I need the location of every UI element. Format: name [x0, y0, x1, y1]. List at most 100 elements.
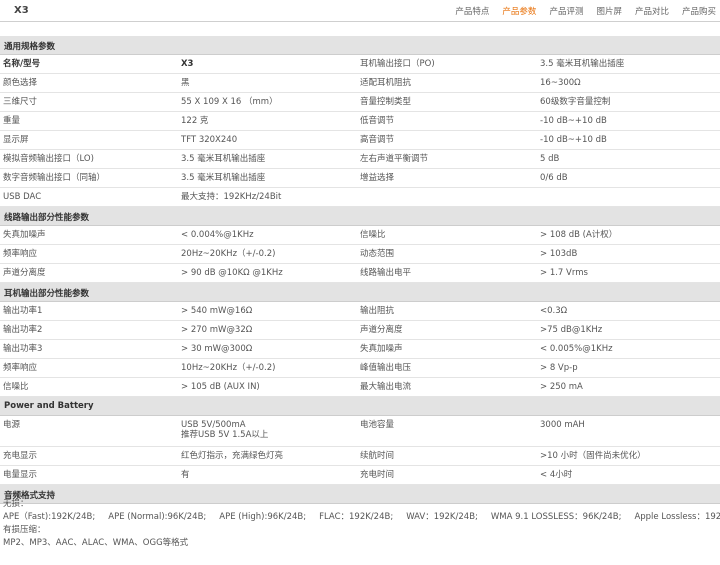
spec-value: > 103dB [540, 249, 578, 259]
table-row: 三维尺寸 55 X 109 X 16 （mm） 音量控制类型 60级数字音量控制 [0, 93, 720, 112]
spec-value: X3 [181, 59, 194, 69]
spec-label: 数字音频输出接口（同轴） [3, 173, 106, 183]
format-list: 无损： APE（Fast):192K/24B; APE (Normal):96K/… [0, 498, 720, 550]
spec-value: 60级数字音量控制 [540, 97, 611, 107]
product-name: X3 [14, 5, 29, 16]
spec-value: > 108 dB (A计权） [540, 230, 618, 240]
spec-value: <0.3Ω [540, 306, 568, 316]
spec-value: 3.5 毫米耳机输出插座 [181, 154, 266, 164]
spec-label: 输出功率1 [3, 306, 43, 316]
lossy-formats: MP2、MP3、AAC、ALAC、WMA、OGG等格式 [3, 538, 189, 548]
lossy-label: 有损压缩： [3, 525, 46, 535]
spec-value: 10Hz~20KHz（+/-0.2) [181, 363, 276, 373]
spec-label: 动态范围 [360, 249, 395, 259]
spec-label: USB DAC [3, 192, 42, 202]
spec-value: > 250 mA [540, 382, 583, 392]
spec-label: 信噪比 [3, 382, 29, 392]
tab-6[interactable]: 产品购买 [682, 5, 716, 17]
spec-value: 红色灯指示，充满绿色灯亮 [181, 451, 284, 461]
spec-label: 增益选择 [360, 173, 395, 183]
spec-value: 16~300Ω [540, 78, 581, 88]
format-item: WMA 9.1 LOSSLESS：96K/24B; [490, 512, 622, 522]
spec-value: < 4小时 [540, 470, 573, 480]
spec-label: 三维尺寸 [3, 97, 38, 107]
section-title: 通用规格参数 [4, 42, 56, 52]
spec-label: 续航时间 [360, 451, 395, 461]
table-row: 声道分离度 > 90 dB @10KΩ @1KHz 线路输出电平 > 1.7 Vrms [0, 264, 720, 283]
spec-label: 峰值输出电压 [360, 363, 412, 373]
power-note: 推荐USB 5V 1.5A以上 [181, 430, 269, 440]
spec-label: 高音调节 [360, 135, 395, 145]
spec-value: > 270 mW@32Ω [181, 325, 253, 335]
spec-label: 适配耳机阻抗 [360, 78, 412, 88]
spec-value: -10 dB~+10 dB [540, 116, 607, 126]
spec-label: 失真加噪声 [3, 230, 46, 240]
spec-label: 失真加噪声 [360, 344, 403, 354]
table-row: 频率响应 10Hz~20KHz（+/-0.2) 峰值输出电压 > 8 Vp-p [0, 359, 720, 378]
tab-3[interactable]: 产品评测 [549, 5, 583, 17]
lossless-label: 无损： [3, 499, 29, 509]
spec-label: 充电显示 [3, 451, 38, 461]
format-item: WAV：192K/24B; [406, 512, 478, 522]
table-row: 输出功率2 > 270 mW@32Ω 声道分离度 >75 dB@1KHz [0, 321, 720, 340]
tab-2[interactable]: 产品参数 [502, 5, 536, 17]
table-row: 充电显示 红色灯指示，充满绿色灯亮 续航时间 >10 小时（固件尚未优化） [0, 447, 720, 466]
section-header-headphone_out: 耳机输出部分性能参数 [0, 283, 720, 302]
spec-label: 频率响应 [3, 249, 38, 259]
section-header-line_out: 线路输出部分性能参数 [0, 207, 720, 226]
table-row: 信噪比 > 105 dB (AUX IN) 最大输出电流 > 250 mA [0, 378, 720, 397]
spec-label: 声道分离度 [360, 325, 403, 335]
spec-label: 显示屏 [3, 135, 29, 145]
spec-label: 信噪比 [360, 230, 386, 240]
tab-4[interactable]: 图片屏 [596, 5, 622, 17]
table-row: 名称/型号 X3 耳机输出接口（PO) 3.5 毫米耳机输出插座 [0, 55, 720, 74]
table-row: 数字音频输出接口（同轴） 3.5 毫米耳机输出插座 增益选择 0/6 dB [0, 169, 720, 188]
spec-value: > 1.7 Vrms [540, 268, 588, 278]
spec-value: 20Hz~20KHz（+/-0.2) [181, 249, 276, 259]
spec-value: 5 dB [540, 154, 560, 164]
spec-label: 音量控制类型 [360, 97, 412, 107]
top-navigation-bar: X3 产品特点 产品参数 产品评测 图片屏 产品对比 产品购买 [0, 0, 720, 22]
spec-value: > 30 mW@300Ω [181, 344, 253, 354]
table-row: 模拟音频输出接口（LO) 3.5 毫米耳机输出插座 左右声道平衡调节 5 dB [0, 150, 720, 169]
spec-label: 模拟音频输出接口（LO) [3, 154, 94, 164]
spec-label: 输出阻抗 [360, 306, 395, 316]
section-header-power: Power and Battery [0, 397, 720, 416]
spec-label: 频率响应 [3, 363, 38, 373]
spec-value: 有 [181, 470, 190, 480]
tab-5[interactable]: 产品对比 [635, 5, 669, 17]
spec-label: 电源 [3, 420, 21, 430]
spec-value: 最大支持：192KHz/24Bit [181, 192, 282, 202]
spec-label: 声道分离度 [3, 268, 46, 278]
spec-value: >10 小时（固件尚未优化） [540, 451, 646, 461]
section-title: Power and Battery [4, 401, 94, 411]
table-row: 输出功率1 > 540 mW@16Ω 输出阻抗 <0.3Ω [0, 302, 720, 321]
section-header-general: 通用规格参数 [0, 36, 720, 55]
table-row: 显示屏 TFT 320X240 高音调节 -10 dB~+10 dB [0, 131, 720, 150]
spec-value: TFT 320X240 [181, 135, 238, 145]
section-title: 线路输出部分性能参数 [4, 213, 90, 223]
spec-value: > 105 dB (AUX IN) [181, 382, 260, 392]
format-item: Apple Lossless：192K/24B; [634, 512, 720, 522]
spec-value: < 0.004%@1KHz [181, 230, 254, 240]
format-item: APE（Fast):192K/24B; [3, 512, 96, 522]
spec-value: 122 克 [181, 116, 209, 126]
spec-label: 最大输出电流 [360, 382, 412, 392]
spec-value: > 90 dB @10KΩ @1KHz [181, 268, 283, 278]
section-title: 耳机输出部分性能参数 [4, 289, 90, 299]
spec-label: 名称/型号 [3, 59, 41, 69]
format-item: FLAC：192K/24B; [319, 512, 394, 522]
spec-value: >75 dB@1KHz [540, 325, 603, 335]
table-row: USB DAC 最大支持：192KHz/24Bit [0, 188, 720, 207]
table-row: 失真加噪声 < 0.004%@1KHz 信噪比 > 108 dB (A计权） [0, 226, 720, 245]
spec-label: 充电时间 [360, 470, 395, 480]
product-tabs: 产品特点 产品参数 产品评测 图片屏 产品对比 产品购买 [442, 5, 716, 17]
spec-label: 耳机输出接口（PO) [360, 59, 435, 69]
tab-1[interactable]: 产品特点 [455, 5, 489, 17]
table-row: 频率响应 20Hz~20KHz（+/-0.2) 动态范围 > 103dB [0, 245, 720, 264]
spec-value: 3.5 毫米耳机输出插座 [540, 59, 625, 69]
spec-value: 3000 mAH [540, 420, 585, 430]
table-row: 电源 USB 5V/500mA 电池容量 3000 mAH 推荐USB 5V 1.5A以… [0, 416, 720, 447]
spec-label: 线路输出电平 [360, 268, 412, 278]
spec-value: 黑 [181, 78, 190, 88]
